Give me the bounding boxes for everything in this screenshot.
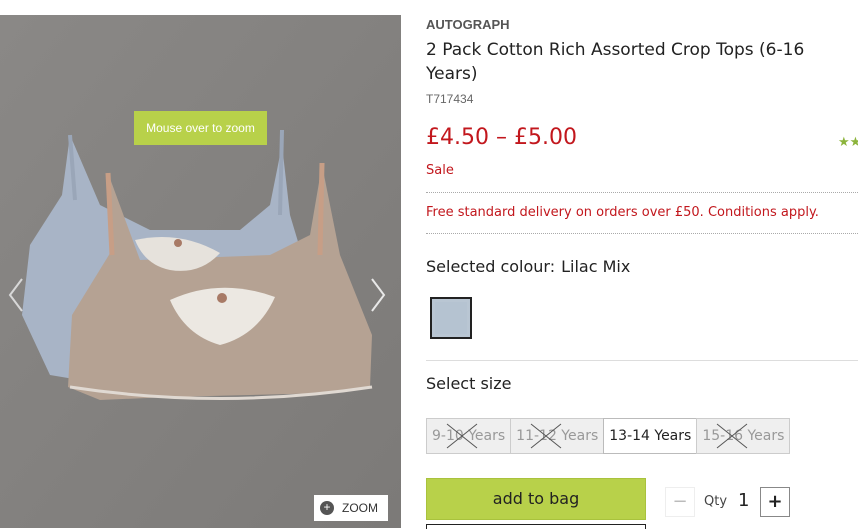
selected-colour: Selected colour: Lilac Mix	[426, 257, 630, 276]
chevron-right-icon[interactable]	[368, 277, 388, 313]
size-options: 9-10 Years 11-12 Years 13-14 Years 15-16…	[426, 418, 791, 454]
unavailable-cross-icon	[530, 423, 562, 449]
colour-swatch-lilac-mix[interactable]	[430, 297, 472, 339]
product-photo	[0, 15, 401, 528]
product-sku: T717434	[426, 92, 474, 106]
qty-value[interactable]: 1	[738, 490, 749, 511]
product-image-gallery[interactable]: Mouse over to zoom + ZOOM	[0, 15, 401, 528]
size-option-9-10[interactable]: 9-10 Years	[426, 418, 512, 454]
zoom-label: ZOOM	[342, 501, 378, 515]
size-option-label: 13-14 Years	[609, 428, 692, 444]
product-price: £4.50 – £5.00	[426, 125, 577, 150]
qty-decrease-button[interactable]: −	[665, 487, 695, 517]
divider	[426, 233, 858, 234]
colour-label: Selected colour:	[426, 257, 556, 276]
qty-increase-button[interactable]: +	[760, 487, 790, 517]
size-option-11-12[interactable]: 11-12 Years	[510, 418, 605, 454]
sale-label: Sale	[426, 163, 454, 178]
unavailable-cross-icon	[446, 423, 478, 449]
product-title: 2 Pack Cotton Rich Assorted Crop Tops (6…	[426, 40, 805, 84]
divider	[426, 360, 858, 361]
star-icon[interactable]: ★★	[838, 135, 858, 150]
zoom-button[interactable]: + ZOOM	[314, 495, 388, 521]
delivery-message[interactable]: Free standard delivery on orders over £5…	[426, 205, 819, 220]
add-to-bag-button[interactable]: add to bag	[426, 478, 646, 520]
next-button-edge[interactable]	[426, 524, 646, 529]
zoom-hint-tooltip: Mouse over to zoom	[134, 111, 267, 145]
size-option-15-16[interactable]: 15-16 Years	[696, 418, 791, 454]
unavailable-cross-icon	[717, 423, 748, 449]
qty-label: Qty	[704, 494, 728, 509]
divider	[426, 192, 858, 193]
brand-name[interactable]: AUTOGRAPH	[426, 17, 510, 32]
colour-value: Lilac Mix	[561, 257, 631, 276]
size-label: Select size	[426, 374, 512, 393]
chevron-left-icon[interactable]	[6, 277, 26, 313]
size-option-13-14[interactable]: 13-14 Years	[603, 418, 698, 454]
zoom-plus-icon: +	[320, 501, 334, 515]
